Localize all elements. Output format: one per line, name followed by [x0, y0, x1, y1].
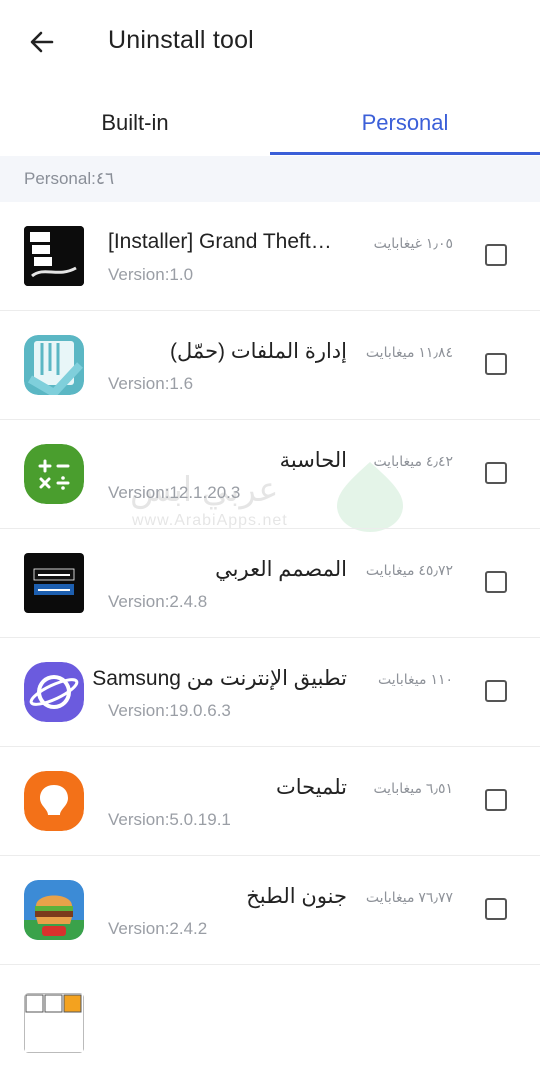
- tab-built-in[interactable]: Built-in: [0, 90, 270, 156]
- app-name: تطبيق الإنترنت من Samsung: [92, 667, 347, 690]
- list-item[interactable]: إدارة الملفات (حمّل) ١١٫٨٤ ميغابايت Vers…: [0, 311, 540, 420]
- list-item[interactable]: المصمم العربي ٤٥٫٧٢ ميغابايت Version:2.4…: [0, 529, 540, 638]
- select-checkbox[interactable]: [485, 462, 507, 484]
- app-version: Version:1.0: [108, 265, 194, 284]
- file-manager-icon: [24, 335, 84, 395]
- app-bar: Uninstall tool: [0, 0, 540, 84]
- select-checkbox[interactable]: [485, 789, 507, 811]
- puzzle-app-icon: [24, 993, 84, 1053]
- app-name: إدارة الملفات (حمّل): [170, 340, 347, 363]
- app-size: ١٫٠٥ غيغابايت: [373, 235, 453, 251]
- page-title: Uninstall tool: [108, 26, 254, 54]
- back-button[interactable]: [24, 24, 60, 60]
- app-name: تلميحات: [276, 776, 347, 799]
- app-version: Version:1.6: [108, 374, 194, 393]
- list-item[interactable]: تلميحات ٦٫٥١ ميغابايت Version:5.0.19.1: [0, 747, 540, 856]
- app-name: جنون الطبخ: [246, 885, 347, 908]
- app-size: ٤٫٤٢ ميغابايت: [373, 453, 453, 469]
- select-checkbox[interactable]: [485, 353, 507, 375]
- app-size: ١١٠ ميغابايت: [377, 671, 453, 687]
- tab-indicator: [270, 152, 540, 155]
- select-checkbox[interactable]: [485, 898, 507, 920]
- app-name: الحاسبة: [279, 449, 347, 472]
- app-version: Version:19.0.6.3: [108, 701, 231, 720]
- calculator-icon: [24, 444, 84, 504]
- list-item[interactable]: الحاسبة ٤٫٤٢ ميغابايت Version:12.1.20.3: [0, 420, 540, 529]
- app-version: Version:5.0.19.1: [108, 810, 231, 829]
- section-header: Personal:٤٦: [0, 156, 540, 202]
- list-item[interactable]: [Installer] Grand Theft… ١٫٠٥ غيغابايت V…: [0, 202, 540, 311]
- app-size: ١١٫٨٤ ميغابايت: [365, 344, 453, 360]
- list-item[interactable]: جنون الطبخ ٧٦٫٧٧ ميغابايت Version:2.4.2: [0, 856, 540, 965]
- app-version: Version:2.4.8: [108, 592, 208, 611]
- samsung-internet-icon: [24, 662, 84, 722]
- gta-vice-city-icon: [24, 226, 84, 286]
- tab-personal[interactable]: Personal: [270, 90, 540, 156]
- app-name: [Installer] Grand Theft…: [108, 230, 332, 253]
- arrow-left-icon: [30, 31, 54, 53]
- list-item-partial[interactable]: [0, 965, 540, 1074]
- app-size: ٦٫٥١ ميغابايت: [373, 780, 453, 796]
- app-version: Version:2.4.2: [108, 919, 208, 938]
- app-size: ٤٥٫٧٢ ميغابايت: [365, 562, 453, 578]
- arabic-designer-icon: [24, 553, 84, 613]
- personal-count-label: Personal:٤٦: [24, 169, 115, 188]
- app-name: المصمم العربي: [215, 558, 347, 581]
- app-size: ٧٦٫٧٧ ميغابايت: [365, 889, 453, 905]
- select-checkbox[interactable]: [485, 571, 507, 593]
- cooking-fever-icon: [24, 880, 84, 940]
- select-checkbox[interactable]: [485, 680, 507, 702]
- select-checkbox[interactable]: [485, 244, 507, 266]
- list-item[interactable]: تطبيق الإنترنت من Samsung ١١٠ ميغابايت V…: [0, 638, 540, 747]
- tips-bulb-icon: [24, 771, 84, 831]
- app-version: Version:12.1.20.3: [108, 483, 241, 502]
- tab-bar: Built-in Personal: [0, 90, 540, 156]
